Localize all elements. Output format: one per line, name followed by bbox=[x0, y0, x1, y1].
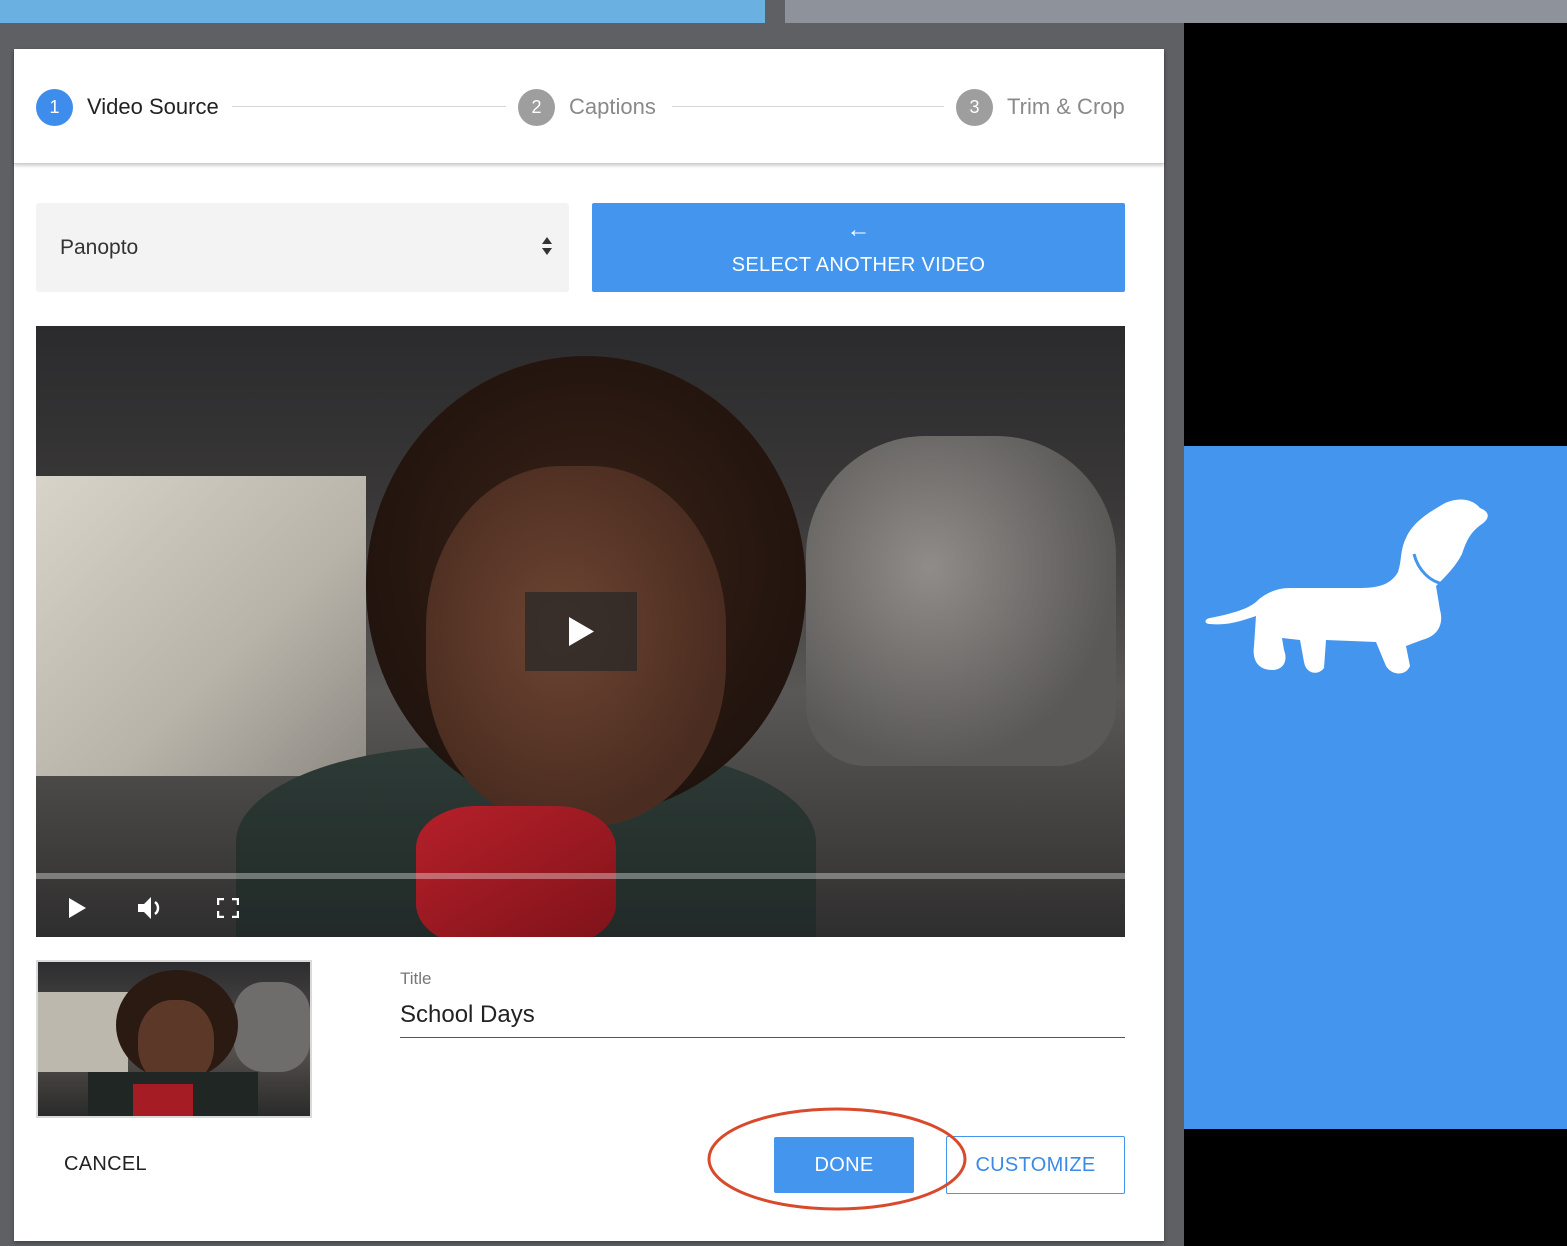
cancel-button[interactable]: CANCEL bbox=[64, 1153, 147, 1176]
step-label: Trim & Crop bbox=[1007, 94, 1125, 119]
thumbnail-scarf bbox=[133, 1084, 193, 1116]
step-number: 3 bbox=[956, 88, 993, 126]
step-captions[interactable]: 2 Captions bbox=[518, 88, 656, 126]
background-app-bar-secondary bbox=[785, 0, 1567, 23]
select-another-video-label: SELECT ANOTHER VIDEO bbox=[731, 254, 986, 276]
step-label: Video Source bbox=[87, 94, 219, 119]
big-play-button[interactable] bbox=[525, 592, 637, 671]
video-frame-scarf bbox=[416, 806, 616, 937]
play-icon bbox=[569, 617, 594, 646]
select-another-video-button[interactable]: ← SELECT ANOTHER VIDEO bbox=[592, 203, 1125, 292]
background-app-bar bbox=[0, 0, 765, 23]
video-thumbnail bbox=[36, 960, 312, 1118]
step-trim-crop[interactable]: 3 Trim & Crop bbox=[956, 88, 1125, 126]
video-source-value: Panopto bbox=[60, 236, 139, 259]
step-connector bbox=[672, 106, 944, 107]
video-player[interactable] bbox=[36, 326, 1125, 937]
done-button[interactable]: DONE bbox=[774, 1137, 914, 1193]
dachshund-logo-icon bbox=[1205, 499, 1488, 674]
title-input[interactable] bbox=[400, 993, 1125, 1038]
video-source-select[interactable]: Panopto bbox=[36, 203, 569, 292]
volume-icon[interactable] bbox=[136, 895, 168, 921]
video-progress-bar[interactable] bbox=[36, 873, 1125, 879]
step-connector bbox=[232, 106, 506, 107]
arrow-left-icon: ← bbox=[846, 216, 871, 243]
title-label: Title bbox=[400, 969, 432, 988]
fullscreen-icon[interactable] bbox=[217, 898, 239, 918]
step-number: 2 bbox=[518, 88, 555, 126]
step-number: 1 bbox=[36, 88, 73, 126]
thumbnail-window bbox=[38, 992, 128, 1072]
select-arrows-icon bbox=[542, 237, 552, 255]
video-source-dialog: 1 Video Source 2 Captions 3 Trim & Crop … bbox=[14, 49, 1164, 1241]
video-frame-headrest bbox=[806, 436, 1116, 766]
step-label: Captions bbox=[569, 94, 656, 119]
video-frame-window bbox=[36, 476, 366, 776]
play-icon[interactable] bbox=[67, 897, 87, 919]
thumbnail-headrest bbox=[234, 982, 310, 1072]
customize-button[interactable]: CUSTOMIZE bbox=[946, 1136, 1125, 1194]
step-video-source[interactable]: 1 Video Source bbox=[36, 88, 219, 126]
stepper: 1 Video Source 2 Captions 3 Trim & Crop bbox=[14, 49, 1164, 164]
